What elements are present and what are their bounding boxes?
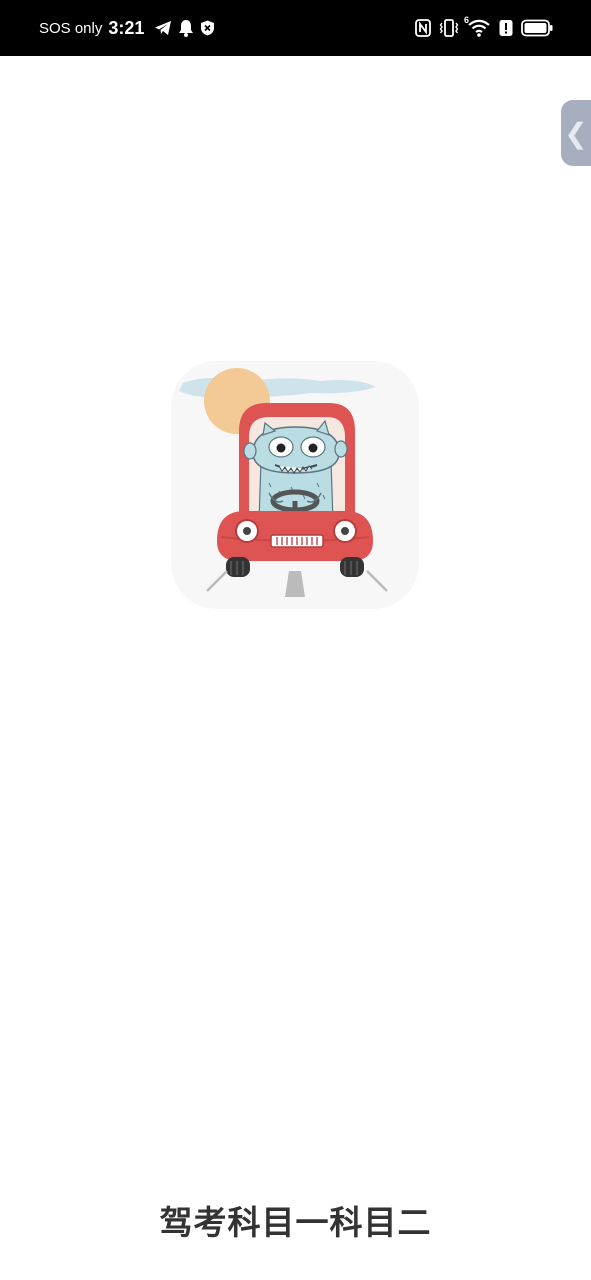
telegram-icon bbox=[154, 20, 172, 36]
status-bar-right: 6 bbox=[415, 0, 553, 56]
clock: 3:21 bbox=[108, 17, 145, 38]
wifi-badge: 6 bbox=[464, 15, 470, 25]
alert-icon bbox=[499, 19, 513, 37]
bell-icon bbox=[178, 19, 194, 37]
app-name-title: 驾考科目一科目二 bbox=[159, 1203, 432, 1242]
app-icon bbox=[171, 361, 419, 609]
nfc-icon bbox=[415, 19, 431, 37]
battery-icon bbox=[521, 19, 553, 37]
carrier-label: SOS only bbox=[39, 19, 103, 37]
shield-icon bbox=[200, 20, 215, 36]
status-bar: SOS only 3:21 6 bbox=[0, 0, 591, 56]
wifi-icon: 6 bbox=[464, 15, 491, 37]
vibrate-icon bbox=[439, 19, 459, 37]
chevron-left-icon: ❮ bbox=[564, 116, 588, 150]
car-monster-icon bbox=[179, 368, 388, 597]
edge-panel-handle[interactable]: ❮ bbox=[561, 100, 591, 166]
status-bar-left: SOS only 3:21 bbox=[39, 0, 215, 56]
